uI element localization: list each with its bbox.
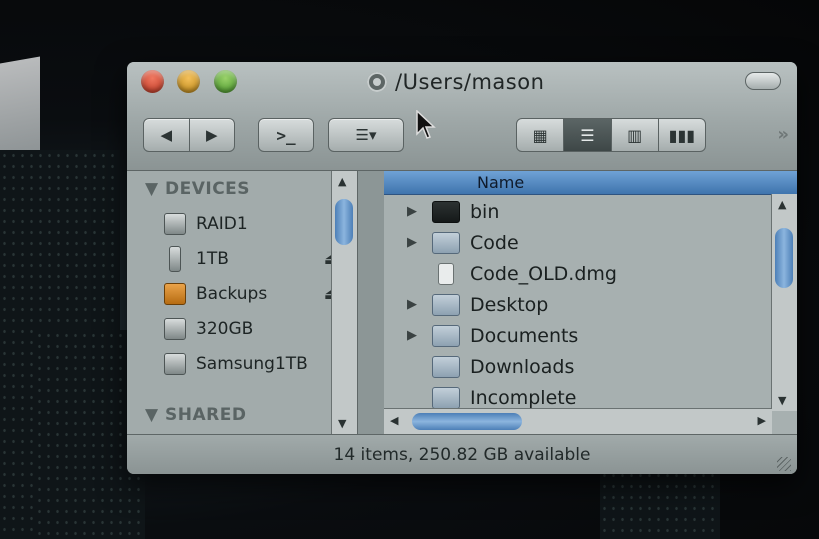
hard-drive-icon (164, 353, 186, 375)
file-name: Code (470, 231, 519, 254)
devices-section-header[interactable]: ▼ DEVICES (145, 179, 250, 199)
sidebar-item-samsung1tb[interactable]: Samsung1TB (164, 351, 354, 377)
sidebar-item-label: 1TB (196, 249, 229, 269)
name-column-header[interactable]: Name (384, 171, 797, 195)
window-title-area: /Users/mason (367, 68, 544, 96)
list-horizontal-scroll-thumb[interactable] (412, 413, 522, 430)
list-item-code-old-dmg[interactable]: Code_OLD.dmg (384, 258, 772, 289)
sidebar-item-label: 320GB (196, 319, 254, 339)
coverflow-icon: ▮▮▮ (668, 125, 696, 145)
folder-icon (432, 324, 460, 347)
background-building (600, 470, 720, 539)
list-horizontal-scrollbar[interactable]: ◀ ▶ (384, 408, 772, 434)
scroll-right-arrow-icon[interactable]: ▶ (758, 414, 766, 427)
sidebar-item-1tb[interactable]: 1TB ⏏ (164, 246, 354, 272)
scroll-up-arrow-icon[interactable]: ▲ (778, 198, 786, 211)
toolbar-toggle-button[interactable] (745, 72, 781, 90)
sidebar: ▼ DEVICES RAID1 1TB ⏏ Backups ⏏ 320GB Sa… (127, 171, 358, 434)
status-bar: 14 items, 250.82 GB available (127, 434, 797, 474)
arrange-menu-icon: ☰▾ (355, 126, 377, 144)
file-name: Desktop (470, 293, 549, 316)
coverflow-view-button[interactable]: ▮▮▮ (657, 119, 705, 151)
file-name: Code_OLD.dmg (470, 262, 617, 285)
list-item-bin[interactable]: ▶ bin (384, 196, 772, 227)
close-button[interactable] (141, 70, 164, 93)
toolbar-overflow-button[interactable]: » (777, 124, 789, 145)
hard-drive-icon (164, 213, 186, 235)
scroll-down-arrow-icon[interactable]: ▼ (778, 394, 786, 407)
sidebar-scroll-thumb[interactable] (335, 199, 353, 245)
home-folder-icon (367, 72, 387, 92)
sidebar-scrollbar[interactable]: ▲ ▼ (331, 171, 357, 434)
list-item-desktop[interactable]: ▶ Desktop (384, 289, 772, 320)
folder-icon (432, 386, 460, 409)
sidebar-item-backups[interactable]: Backups ⏏ (164, 281, 354, 307)
list-view-button[interactable]: ☰ (563, 119, 611, 151)
file-name: Documents (470, 324, 579, 347)
icon-view-button[interactable]: ▦ (517, 119, 563, 151)
window-title: /Users/mason (395, 70, 545, 94)
list-item-downloads[interactable]: Downloads (384, 351, 772, 382)
scroll-up-arrow-icon[interactable]: ▲ (338, 175, 346, 188)
view-mode-control: ▦ ☰ ▥ ▮▮▮ (516, 118, 706, 152)
folder-alias-icon (432, 355, 460, 378)
minimize-button[interactable] (177, 70, 200, 93)
list-item-documents[interactable]: ▶ Documents (384, 320, 772, 351)
forward-button[interactable]: ▶ (188, 119, 235, 151)
shared-header-label: SHARED (165, 405, 247, 425)
file-name: Incomplete (470, 386, 577, 409)
file-list: Name ▶ bin ▶ Code Code_OLD.dmg ▶ Desktop… (384, 171, 797, 434)
terminal-button[interactable]: >_ (258, 118, 314, 152)
back-button[interactable]: ◀ (144, 119, 189, 151)
forward-arrow-icon: ▶ (205, 126, 218, 144)
shared-section-header[interactable]: ▼ SHARED (145, 405, 246, 425)
devices-header-label: DEVICES (165, 179, 251, 199)
sidebar-item-label: RAID1 (196, 214, 248, 234)
disk-image-icon (438, 262, 454, 285)
resize-grip-icon[interactable] (777, 457, 791, 471)
folder-icon (432, 293, 460, 316)
scroll-left-arrow-icon[interactable]: ◀ (390, 414, 398, 427)
sidebar-item-raid1[interactable]: RAID1 (164, 211, 354, 237)
folder-icon (432, 200, 460, 223)
disclosure-triangle-icon[interactable]: ▶ (392, 235, 432, 250)
file-name: bin (470, 200, 500, 223)
list-item-code[interactable]: ▶ Code (384, 227, 772, 258)
back-arrow-icon: ◀ (160, 126, 173, 144)
disclosure-triangle-icon[interactable]: ▶ (392, 328, 432, 343)
list-vertical-scrollbar[interactable]: ▲ ▼ (771, 194, 797, 411)
title-bar: /Users/mason ◀ ▶ >_ ☰▾ ▦ ☰ ▥ ▮▮▮ » (127, 62, 797, 171)
column-view-button[interactable]: ▥ (610, 119, 658, 151)
terminal-icon: >_ (276, 125, 296, 145)
sidebar-item-label: Backups (196, 284, 268, 304)
scroll-down-arrow-icon[interactable]: ▼ (338, 417, 346, 430)
sidebar-item-320gb[interactable]: 320GB (164, 316, 354, 342)
columns-icon: ▥ (627, 125, 643, 145)
sidebar-item-label: Samsung1TB (196, 354, 308, 374)
name-column-label: Name (477, 173, 525, 192)
back-forward-control: ◀ ▶ (143, 118, 235, 152)
grid-icon: ▦ (532, 125, 548, 145)
file-name: Downloads (470, 355, 575, 378)
list-scroll-thumb[interactable] (775, 228, 793, 288)
disclosure-triangle-icon[interactable]: ▶ (392, 204, 432, 219)
status-text: 14 items, 250.82 GB available (333, 445, 591, 465)
folder-icon (432, 231, 460, 254)
finder-window: /Users/mason ◀ ▶ >_ ☰▾ ▦ ☰ ▥ ▮▮▮ » ▼ DEV… (127, 62, 797, 474)
zoom-button[interactable] (214, 70, 237, 93)
list-icon: ☰ (580, 125, 595, 145)
external-drive-icon (169, 246, 181, 272)
disclosure-triangle-icon[interactable]: ▶ (392, 297, 432, 312)
hard-drive-icon (164, 318, 186, 340)
time-machine-drive-icon (164, 283, 186, 305)
arrange-button[interactable]: ☰▾ (328, 118, 404, 152)
